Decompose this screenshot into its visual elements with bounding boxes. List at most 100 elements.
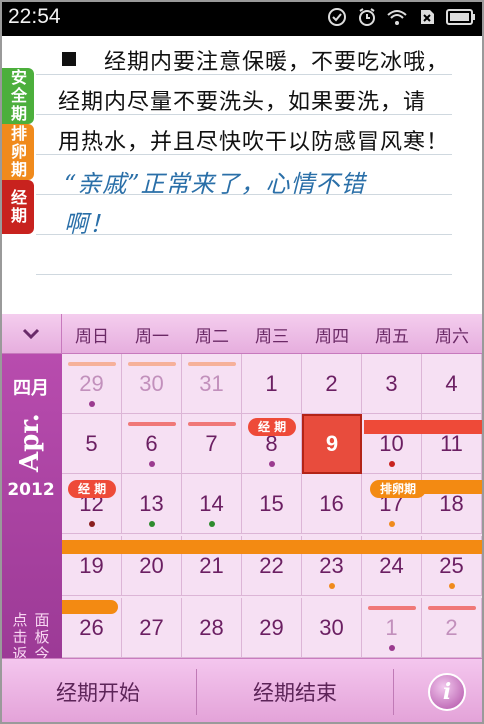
note-handwritten-1: “亲戚”正常来了，心情不错 xyxy=(64,170,366,198)
battery-icon xyxy=(446,6,476,28)
cycle-dash xyxy=(428,606,476,610)
calendar-day[interactable]: 7 xyxy=(182,414,242,474)
day-number: 6 xyxy=(145,430,158,456)
day-marker-dot xyxy=(388,461,395,467)
year-label: 2012 xyxy=(7,480,55,500)
calendar-day[interactable]: 1 xyxy=(362,598,422,658)
calendar-day[interactable]: 3 xyxy=(362,354,422,414)
day-number: 21 xyxy=(199,552,224,578)
status-icons xyxy=(326,6,476,28)
day-number: 31 xyxy=(199,370,224,396)
day-number: 14 xyxy=(199,490,224,516)
day-marker-dot xyxy=(328,583,335,589)
day-number: 25 xyxy=(439,552,464,578)
side-tab-safe[interactable]: 安全期 xyxy=(0,68,34,124)
notes-panel[interactable]: 经期内要注意保暖，不要吃冰哦， 经期内尽量不要洗头，如果要洗，请 用热水，并且尽… xyxy=(0,36,484,314)
weekday-wed: 周三 xyxy=(255,326,289,347)
day-number: 22 xyxy=(259,552,284,578)
day-number: 7 xyxy=(205,430,218,456)
day-number: 29 xyxy=(259,614,284,640)
calendar-day[interactable]: 15 xyxy=(242,474,302,534)
day-number: 23 xyxy=(319,552,344,578)
alarm-icon xyxy=(356,6,378,28)
calendar-day[interactable]: 2 xyxy=(302,354,362,414)
day-number: 10 xyxy=(379,430,404,456)
sim-icon xyxy=(416,6,438,28)
calendar-day[interactable]: 27 xyxy=(122,598,182,658)
calendar-day[interactable]: 29 xyxy=(242,598,302,658)
period-bar xyxy=(364,420,484,434)
calendar-day[interactable]: 13 xyxy=(122,474,182,534)
calendar-grid: 29 30 31 1 2 3 4 5 6 7 8 9 10 11 12 13 14 15 16 17 18 19 20 21 2… xyxy=(62,354,484,658)
ruled-line xyxy=(36,274,452,275)
cycle-dash xyxy=(188,422,236,426)
calendar-day-today[interactable]: 9 xyxy=(302,414,362,474)
collapse-button[interactable] xyxy=(0,314,62,354)
day-marker-dot xyxy=(208,521,215,527)
day-marker-dot xyxy=(388,521,395,527)
calendar-day[interactable]: 2 xyxy=(422,598,482,658)
day-marker-dot xyxy=(88,401,95,407)
note-handwritten-2: 啊！ xyxy=(64,210,114,238)
cycle-dash xyxy=(128,362,176,366)
calendar-day[interactable]: 30 xyxy=(122,354,182,414)
calendar-day[interactable]: 1 xyxy=(242,354,302,414)
day-number: 4 xyxy=(445,370,458,396)
side-tab-period[interactable]: 经期 xyxy=(0,180,34,234)
calendar-day[interactable]: 5 xyxy=(62,414,122,474)
day-number: 16 xyxy=(319,490,344,516)
status-time: 22:54 xyxy=(8,5,61,28)
day-number: 9 xyxy=(325,431,339,456)
note-line-3: 用热水，并且尽快吹干以防感冒风寒！ xyxy=(58,130,450,155)
cycle-dash xyxy=(368,606,416,610)
calendar-day[interactable]: 30 xyxy=(302,598,362,658)
day-number: 29 xyxy=(79,370,104,396)
calendar-day[interactable]: 29 xyxy=(62,354,122,414)
note-line-1: 经期内要注意保暖，不要吃冰哦， xyxy=(104,50,450,75)
period-end-button[interactable]: 经期结束 xyxy=(197,659,393,724)
weekday-sun: 周日 xyxy=(75,326,109,347)
day-marker-dot xyxy=(448,583,455,589)
calendar-day[interactable]: 6 xyxy=(122,414,182,474)
cycle-dash xyxy=(68,362,116,366)
bullet-icon xyxy=(62,52,76,66)
calendar: 周日 周一 周二 周三 周四 周五 周六 四月 Apr. 2012 点击面板返回… xyxy=(0,314,484,680)
cycle-dash xyxy=(128,422,176,426)
day-number: 3 xyxy=(385,370,398,396)
day-number: 26 xyxy=(79,614,104,640)
month-panel[interactable]: 四月 Apr. 2012 点击面板返回今日 xyxy=(0,354,62,680)
weekday-fri: 周五 xyxy=(375,326,409,347)
day-marker-dot xyxy=(388,645,395,651)
day-number: 15 xyxy=(259,490,284,516)
cycle-dash xyxy=(188,362,236,366)
info-icon[interactable]: i xyxy=(428,673,466,711)
calendar-day[interactable]: 28 xyxy=(182,598,242,658)
calendar-header: 周日 周一 周二 周三 周四 周五 周六 xyxy=(0,314,484,354)
day-number: 18 xyxy=(439,490,464,516)
ovulation-bar xyxy=(62,540,484,554)
bottom-toolbar: 经期开始 经期结束 i xyxy=(0,658,484,724)
calendar-day[interactable]: 4 xyxy=(422,354,482,414)
weekday-sat: 周六 xyxy=(435,326,469,347)
day-number: 1 xyxy=(265,370,278,396)
day-number: 11 xyxy=(440,430,463,456)
day-number: 1 xyxy=(385,614,398,640)
status-bar: 22:54 xyxy=(0,0,484,36)
day-number: 24 xyxy=(379,552,404,578)
period-label: 经 期 xyxy=(68,480,117,498)
calendar-day[interactable]: 31 xyxy=(182,354,242,414)
day-number: 5 xyxy=(85,430,98,456)
check-circle-icon xyxy=(326,6,348,28)
side-tab-ovulation[interactable]: 排卵期 xyxy=(0,124,34,180)
month-en: Apr. xyxy=(15,413,45,473)
calendar-day[interactable]: 14 xyxy=(182,474,242,534)
day-number: 20 xyxy=(139,552,164,578)
day-number: 19 xyxy=(79,552,104,578)
period-label: 经 期 xyxy=(248,418,297,436)
day-number: 30 xyxy=(319,614,344,640)
weekday-thu: 周四 xyxy=(315,326,349,347)
ovulation-bar xyxy=(62,600,118,614)
weekday-mon: 周一 xyxy=(135,326,169,347)
period-start-button[interactable]: 经期开始 xyxy=(0,659,196,724)
calendar-day[interactable]: 16 xyxy=(302,474,362,534)
